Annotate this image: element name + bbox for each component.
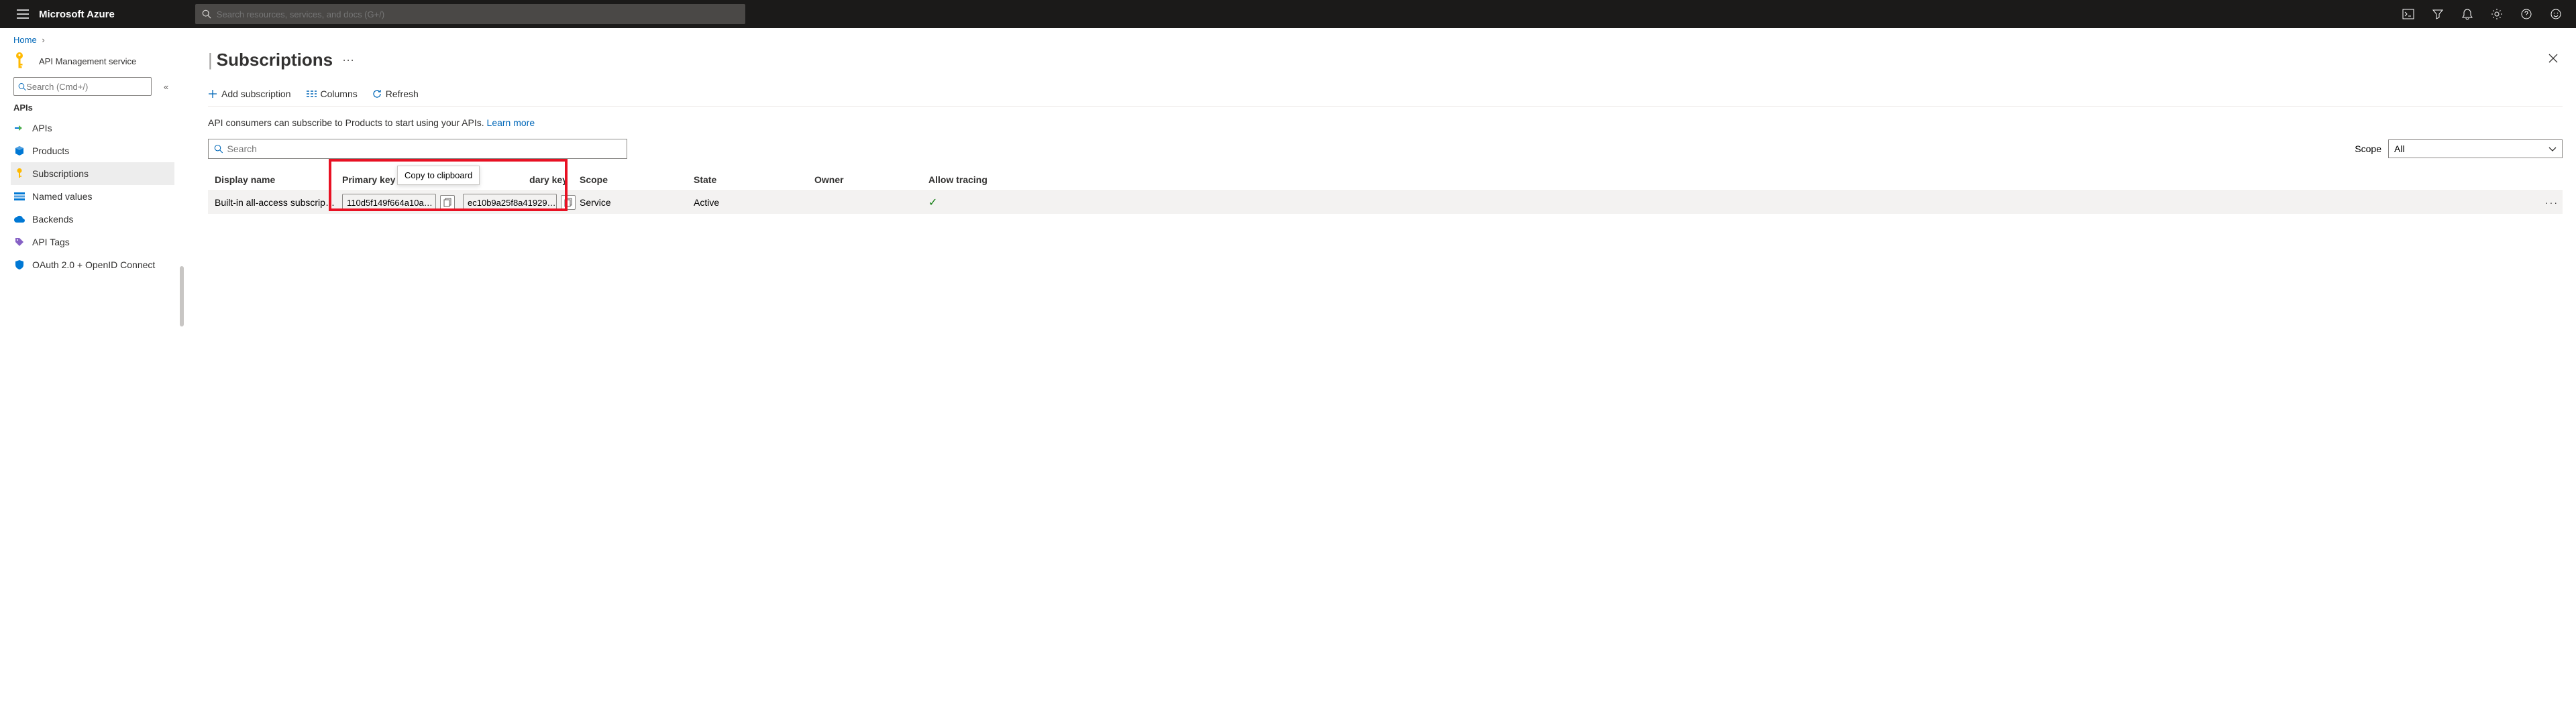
toolbar-label: Columns — [321, 88, 358, 99]
settings-icon[interactable] — [2483, 1, 2510, 27]
sidebar-item-api-tags[interactable]: API Tags — [11, 231, 188, 253]
products-icon — [13, 145, 25, 157]
toolbar-label: Refresh — [386, 88, 419, 99]
feedback-icon[interactable] — [2542, 1, 2569, 27]
copy-icon — [443, 198, 451, 207]
named-values-icon — [13, 190, 25, 202]
info-line: API consumers can subscribe to Products … — [208, 117, 2563, 128]
api-icon — [13, 122, 25, 134]
col-display-name: Display name — [215, 174, 342, 185]
search-icon — [202, 9, 211, 19]
info-text: API consumers can subscribe to Products … — [208, 117, 487, 128]
cloud-icon — [13, 213, 25, 225]
cell-primary-key: 110d5f149f664a10a… — [342, 194, 463, 211]
cell-secondary-key: ec10b9a25f8a41929… — [463, 194, 580, 211]
sidebar-item-label: OAuth 2.0 + OpenID Connect — [32, 259, 155, 270]
service-header: API Management service — [13, 52, 188, 70]
main-content: | Subscriptions ··· Add subscription Col… — [188, 45, 2576, 721]
cell-display-name: Built-in all-access subscrip… — [215, 197, 342, 208]
sidebar-item-backends[interactable]: Backends — [11, 208, 188, 231]
plus-icon — [208, 89, 217, 99]
key-icon — [13, 52, 27, 70]
help-icon[interactable] — [2513, 1, 2540, 27]
table-search-input[interactable] — [227, 143, 621, 154]
col-state: State — [694, 174, 814, 185]
toolbar: Add subscription Columns Refresh — [208, 88, 2563, 107]
search-icon — [18, 82, 26, 91]
learn-more-link[interactable]: Learn more — [487, 117, 535, 128]
breadcrumb: Home › — [0, 28, 2576, 45]
sidebar-item-oauth[interactable]: OAuth 2.0 + OpenID Connect — [11, 253, 188, 276]
tag-icon — [13, 236, 25, 248]
toolbar-label: Add subscription — [221, 88, 291, 99]
table-search[interactable] — [208, 139, 627, 159]
columns-icon — [306, 90, 317, 98]
sidebar-search-input[interactable] — [26, 82, 147, 92]
sidebar-item-subscriptions[interactable]: Subscriptions — [11, 162, 174, 185]
sidebar-item-named-values[interactable]: Named values — [11, 185, 188, 208]
table-row[interactable]: Built-in all-access subscrip… 110d5f149f… — [208, 191, 2563, 214]
col-secondary-key: dary key — [463, 174, 580, 185]
brand-label: Microsoft Azure — [39, 9, 115, 20]
sidebar-search[interactable] — [13, 77, 152, 96]
sidebar-group-label: APIs — [13, 103, 188, 113]
topbar: Microsoft Azure — [0, 0, 2576, 28]
table-header-row: Display name Primary key dary key Scope … — [208, 168, 2563, 191]
search-icon — [214, 144, 223, 154]
notifications-icon[interactable] — [2454, 1, 2481, 27]
global-search-input[interactable] — [217, 9, 739, 19]
col-owner: Owner — [814, 174, 928, 185]
title-separator: | — [208, 50, 213, 70]
close-icon[interactable] — [2544, 49, 2563, 71]
global-search[interactable] — [195, 4, 745, 24]
scope-select[interactable]: All — [2388, 139, 2563, 158]
breadcrumb-home[interactable]: Home — [13, 35, 37, 45]
topbar-actions — [2395, 1, 2569, 27]
columns-button[interactable]: Columns — [306, 88, 358, 99]
copy-icon — [564, 198, 572, 207]
refresh-icon — [372, 89, 382, 99]
cloud-shell-icon[interactable] — [2395, 1, 2422, 27]
secondary-key-value[interactable]: ec10b9a25f8a41929… — [463, 194, 557, 211]
chevron-down-icon — [2548, 143, 2557, 154]
page-title: Subscriptions — [217, 50, 333, 70]
collapse-sidebar-button[interactable]: « — [164, 82, 168, 92]
sidebar-item-label: Named values — [32, 191, 93, 202]
cell-allow-tracing: ✓ — [928, 196, 1009, 209]
sidebar-item-apis[interactable]: APIs — [11, 117, 188, 139]
col-allow-tracing: Allow tracing — [928, 174, 1009, 185]
page-more-button[interactable]: ··· — [342, 53, 354, 67]
sidebar-item-label: API Tags — [32, 237, 70, 247]
refresh-button[interactable]: Refresh — [372, 88, 419, 99]
key-icon — [13, 168, 25, 180]
service-label: API Management service — [39, 56, 136, 66]
scope-value: All — [2394, 143, 2405, 154]
shield-icon — [13, 259, 25, 271]
chevron-right-icon: › — [42, 35, 44, 45]
cell-scope: Service — [580, 197, 694, 208]
copy-primary-key-button[interactable] — [440, 195, 455, 210]
sidebar-item-label: APIs — [32, 123, 52, 133]
menu-icon[interactable] — [15, 6, 31, 22]
sidebar-item-products[interactable]: Products — [11, 139, 188, 162]
sidebar-item-label: Subscriptions — [32, 168, 89, 179]
sidebar-scrollbar[interactable] — [180, 266, 184, 326]
sidebar: API Management service « APIs APIs Produ… — [0, 45, 188, 721]
col-scope: Scope — [580, 174, 694, 185]
sidebar-item-label: Backends — [32, 214, 73, 225]
subscriptions-table: Display name Primary key dary key Scope … — [208, 168, 2563, 214]
row-more-button[interactable]: ··· — [2536, 197, 2563, 208]
filter-icon[interactable] — [2424, 1, 2451, 27]
cell-state: Active — [694, 197, 814, 208]
sidebar-item-label: Products — [32, 145, 69, 156]
scope-label: Scope — [2355, 143, 2381, 154]
add-subscription-button[interactable]: Add subscription — [208, 88, 291, 99]
copy-tooltip: Copy to clipboard — [397, 166, 480, 185]
copy-secondary-key-button[interactable] — [561, 195, 576, 210]
primary-key-value[interactable]: 110d5f149f664a10a… — [342, 194, 436, 211]
